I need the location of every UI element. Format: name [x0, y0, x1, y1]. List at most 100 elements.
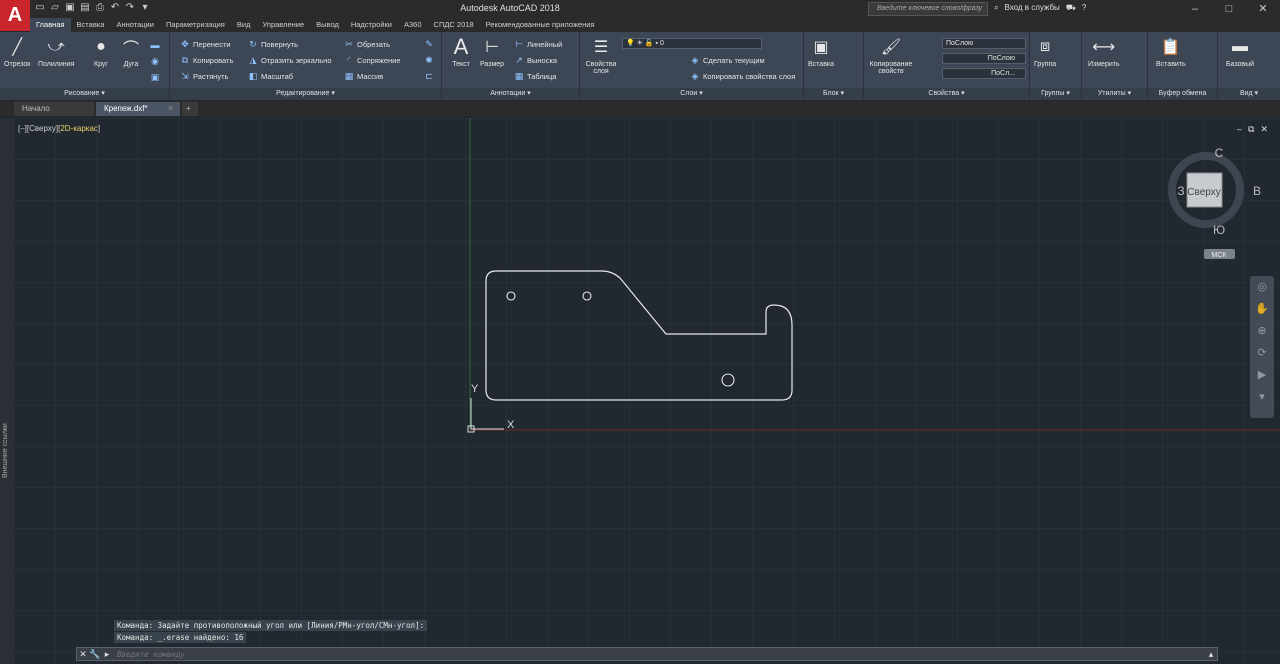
tab-addins[interactable]: Надстройки [345, 18, 398, 32]
xref-side-panel[interactable]: Внешние ссылки [0, 118, 14, 664]
ucs-y-label: Y [471, 383, 479, 395]
utilities-panel-title[interactable]: Утилиты ▾ [1082, 88, 1147, 100]
scale-button[interactable]: ◧ Масштаб [248, 71, 293, 81]
offset-button[interactable]: ⊏ [424, 71, 434, 81]
block-panel-title[interactable]: Блок ▾ [804, 88, 863, 100]
mirror-button[interactable]: ◮ Отразить зеркально [248, 55, 332, 65]
viewport-controls[interactable]: [–][Сверху][2D-каркас] [18, 124, 100, 133]
table-icon: ▦ [514, 70, 524, 81]
copy-button[interactable]: ⧉ Копировать [180, 55, 234, 65]
hatch-button[interactable]: ◉ [150, 56, 160, 66]
command-history-toggle-icon[interactable]: ▴ [1205, 648, 1217, 660]
match-layer-button[interactable]: ◈ Копировать свойства слоя [690, 71, 796, 81]
layer-properties-button[interactable]: ☰ Свойства слоя [584, 36, 618, 75]
array-button[interactable]: ▦ Массив [344, 71, 383, 81]
linear-dim-button[interactable]: ⊢ Линейный [514, 39, 562, 49]
make-current-button[interactable]: ◈ Сделать текущим [690, 55, 765, 65]
showmotion-icon[interactable]: ▶ [1250, 364, 1274, 386]
search-input[interactable]: Введите ключевое слово/фразу [868, 2, 988, 16]
new-tab-button[interactable]: + [182, 102, 198, 116]
steering-wheel-icon[interactable]: ◎ [1250, 276, 1274, 298]
color-dropdown[interactable]: ПоСлою [942, 38, 1026, 49]
rectangle-button[interactable]: ▬ [150, 40, 160, 50]
layer-dropdown[interactable]: 💡 ☀ 🔓 ▪ 0 [622, 38, 762, 49]
help-icon[interactable]: ? [1082, 3, 1086, 13]
stretch-button[interactable]: ⇲ Растянуть [180, 71, 228, 81]
tab-home[interactable]: Главная [30, 18, 71, 32]
modify-panel-title[interactable]: Редактирование ▾ [170, 88, 441, 100]
save-icon[interactable]: ▣ [64, 2, 76, 14]
polyline-button[interactable]: ⤻ Полилиния [38, 36, 74, 68]
viewport-minimize-icon[interactable]: – [1237, 124, 1242, 135]
lineweight-dropdown[interactable]: ПоСл... [942, 68, 1026, 79]
tab-manage[interactable]: Управление [256, 18, 310, 32]
tab-featured-apps[interactable]: Рекомендованные приложения [480, 18, 601, 32]
tab-a360[interactable]: A360 [398, 18, 428, 32]
table-button[interactable]: ▦ Таблица [514, 70, 557, 81]
tab-drawing[interactable]: Крепеж.dxf* ✕ [96, 102, 180, 116]
close-icon[interactable]: ✕ [77, 648, 89, 660]
erase-button[interactable]: ✎ [424, 39, 434, 49]
drawing-canvas[interactable]: Y X Сверху С Ю З В МСК [14, 118, 1280, 664]
dimension-button[interactable]: ⊢ Размер [480, 36, 504, 68]
signin-button[interactable]: Вход в службы [1004, 3, 1059, 13]
pan-icon[interactable]: ✋ [1250, 298, 1274, 320]
cart-icon[interactable]: ⛟ [1066, 3, 1076, 13]
viewport-restore-icon[interactable]: ⧉ [1248, 124, 1254, 135]
leader-button[interactable]: ↗ Выноска [514, 55, 557, 65]
command-input[interactable] [117, 649, 1205, 659]
close-button[interactable]: ✕ [1246, 0, 1280, 18]
binoculars-icon[interactable]: ⌕ [994, 3, 998, 13]
layers-panel-title[interactable]: Слои ▾ [580, 88, 803, 100]
gradient-button[interactable]: ▣ [150, 72, 160, 82]
fillet-button[interactable]: ◜ Сопряжение [344, 55, 400, 65]
group-button[interactable]: ⧈ Группа [1034, 36, 1056, 68]
minimize-button[interactable]: – [1178, 0, 1212, 18]
paste-button[interactable]: 📋 Вставить [1156, 36, 1186, 68]
annotation-panel-title[interactable]: Аннотации ▾ [442, 88, 579, 100]
view-panel-title[interactable]: Вид ▾ [1218, 88, 1280, 100]
arc-button[interactable]: ⌒ Дуга [120, 36, 142, 68]
redo-icon[interactable]: ↷ [124, 2, 136, 14]
measure-button[interactable]: ⟷ Измерить [1088, 36, 1120, 68]
rotate-button[interactable]: ↻ Повернуть [248, 39, 298, 49]
wrench-icon[interactable]: 🔧 [89, 648, 101, 660]
linetype-dropdown[interactable]: ПоСлою [942, 53, 1026, 64]
tab-parametric[interactable]: Параметризация [160, 18, 231, 32]
groups-panel-title[interactable]: Группы ▾ [1030, 88, 1081, 100]
save-as-icon[interactable]: ▤ [79, 2, 91, 14]
tab-spds[interactable]: СПДС 2018 [428, 18, 480, 32]
tab-annotate[interactable]: Аннотации [110, 18, 160, 32]
tab-view[interactable]: Вид [231, 18, 257, 32]
new-file-icon[interactable]: ▭ [34, 2, 46, 14]
navigation-bar: ◎ ✋ ⊕ ⟳ ▶ ▾ [1250, 276, 1274, 418]
clipboard-panel-title[interactable]: Буфер обмена [1148, 88, 1217, 100]
maximize-button[interactable]: □ [1212, 0, 1246, 18]
match-properties-button[interactable]: 🖌 Копирование свойств [868, 36, 914, 75]
orbit-icon[interactable]: ⟳ [1250, 342, 1274, 364]
undo-icon[interactable]: ↶ [109, 2, 121, 14]
circle-button[interactable]: ● Круг [90, 36, 112, 68]
insert-block-button[interactable]: ▣ Вставка [808, 36, 834, 68]
drawing-area[interactable]: Y X Сверху С Ю З В МСК [14, 118, 1280, 664]
close-tab-icon[interactable]: ✕ [167, 102, 174, 116]
properties-panel-title[interactable]: Свойства ▾ [864, 88, 1029, 100]
draw-panel-title[interactable]: Рисование ▾ [0, 88, 169, 100]
base-view-button[interactable]: ▬ Базовый [1226, 36, 1254, 68]
viewport-close-icon[interactable]: ✕ [1260, 124, 1268, 135]
explode-button[interactable]: ✺ [424, 55, 434, 65]
qat-dropdown-icon[interactable]: ▾ [139, 2, 151, 14]
print-icon[interactable]: ⎙ [94, 2, 106, 14]
command-prompt-icon[interactable]: ▸ [101, 648, 113, 660]
tab-start[interactable]: Начало [14, 102, 94, 116]
open-file-icon[interactable]: ▱ [49, 2, 61, 14]
navbar-settings-icon[interactable]: ▾ [1250, 386, 1274, 408]
trim-button[interactable]: ✂ Обрезать [344, 39, 390, 49]
move-button[interactable]: ✥ Перенести [180, 39, 230, 49]
text-button[interactable]: A Текст [450, 34, 472, 68]
tab-output[interactable]: Вывод [310, 18, 345, 32]
zoom-icon[interactable]: ⊕ [1250, 320, 1274, 342]
line-button[interactable]: ╱ Отрезок [4, 36, 30, 68]
tab-insert[interactable]: Вставка [71, 18, 111, 32]
app-menu-button[interactable]: A [0, 0, 30, 31]
